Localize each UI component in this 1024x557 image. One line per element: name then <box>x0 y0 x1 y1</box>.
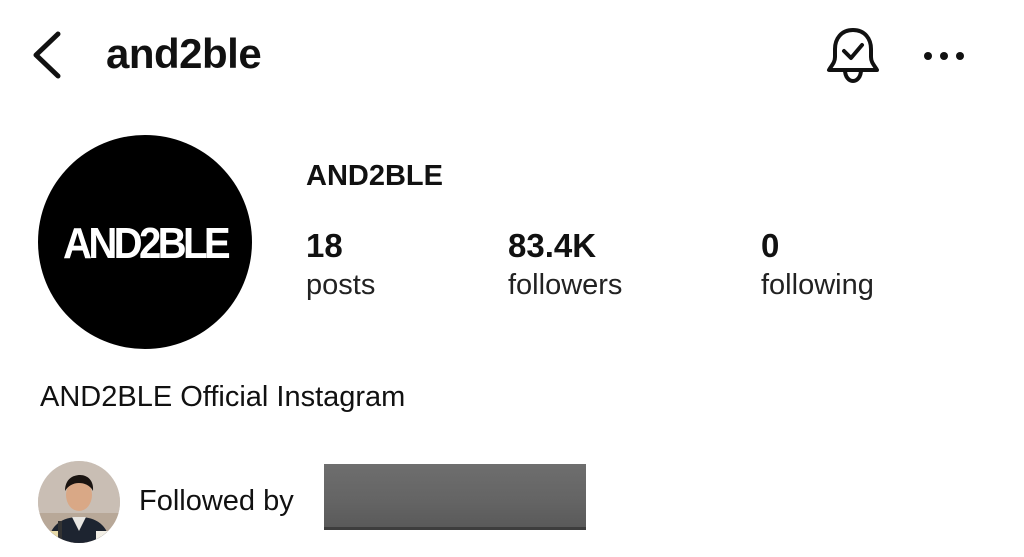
more-options-button[interactable] <box>918 36 970 76</box>
profile-avatar[interactable]: AND2BLE <box>38 135 252 349</box>
brand-logo: AND2BLE <box>63 220 230 264</box>
followers-label: followers <box>508 269 623 301</box>
bell-check-icon <box>827 28 879 84</box>
redacted-follower-names[interactable] <box>324 464 586 530</box>
mutual-follower-avatar[interactable] <box>38 461 120 543</box>
svg-text:AND2BLE: AND2BLE <box>63 220 229 264</box>
posts-stat[interactable]: 18 posts <box>306 226 375 304</box>
posts-count: 18 <box>306 227 343 264</box>
followers-stat[interactable]: 83.4K followers <box>508 226 622 304</box>
following-count: 0 <box>761 227 780 264</box>
followers-count: 83.4K <box>508 227 597 264</box>
notifications-button[interactable] <box>822 24 884 86</box>
person-photo <box>38 461 120 543</box>
profile-bio: AND2BLE Official Instagram <box>40 381 406 413</box>
followed-by-label: Followed by <box>139 485 294 517</box>
header-username: and2ble <box>106 30 262 77</box>
back-button[interactable] <box>28 30 72 80</box>
chevron-left-icon <box>33 31 61 79</box>
more-horizontal-icon <box>924 52 964 60</box>
following-label: following <box>761 269 874 301</box>
following-stat[interactable]: 0 following <box>761 226 874 304</box>
profile-name: AND2BLE <box>306 160 443 192</box>
profile-screen: and2ble AND2BLE AND2BLE 18 posts 83.4K f… <box>0 0 1024 557</box>
posts-label: posts <box>306 269 376 301</box>
